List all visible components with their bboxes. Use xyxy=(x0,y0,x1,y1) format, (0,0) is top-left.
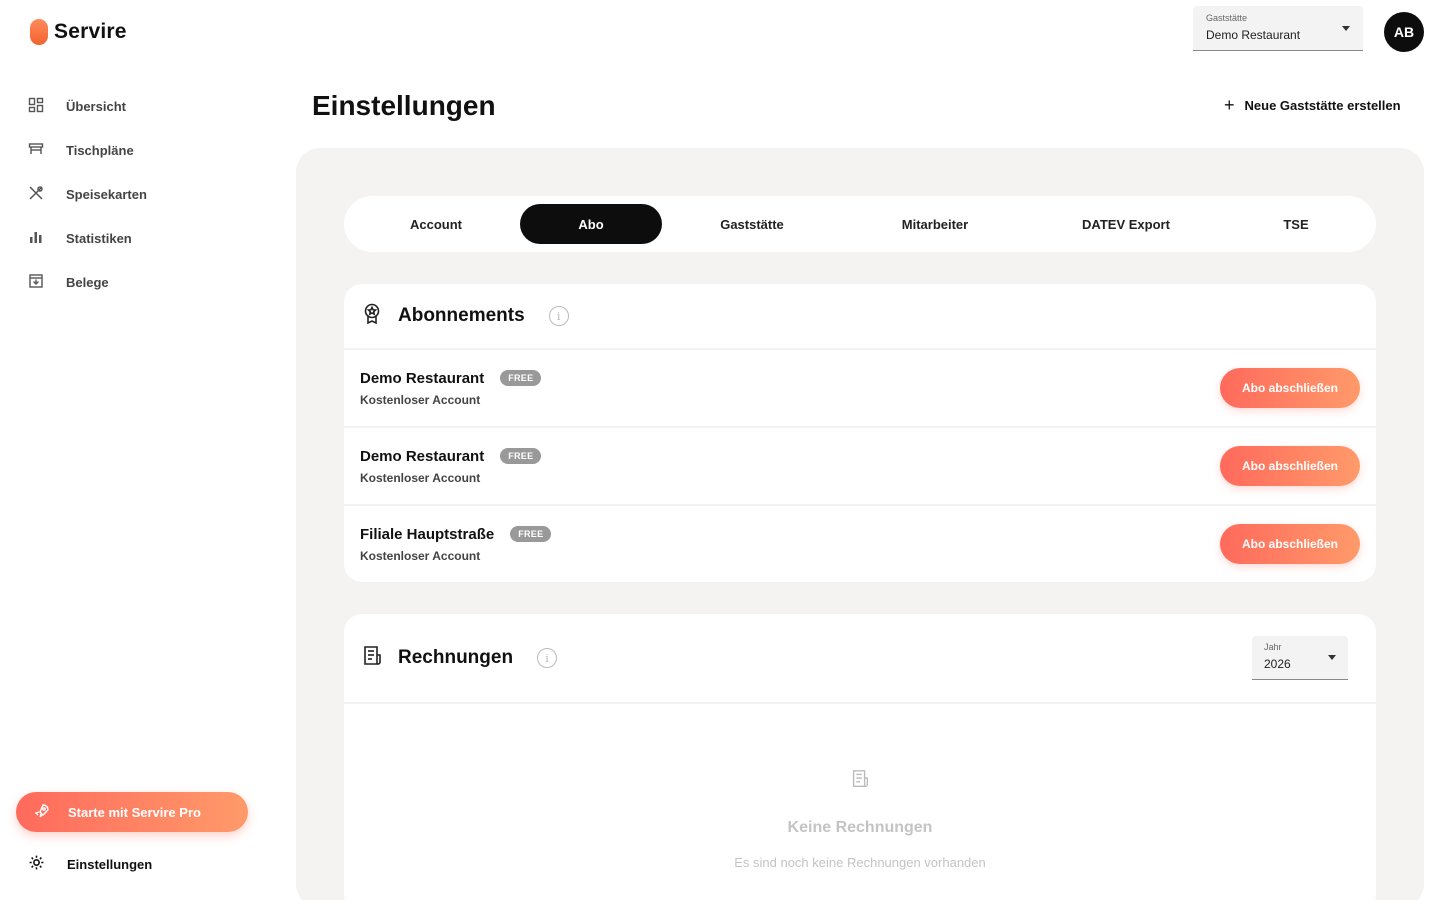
rocket-icon xyxy=(34,803,50,822)
sidebar-item-label: Statistiken xyxy=(66,230,132,246)
sidebar-item-statistiken[interactable]: Statistiken xyxy=(28,216,147,260)
bar-chart-icon xyxy=(28,229,44,248)
restaurant-name: Demo Restaurant xyxy=(360,447,485,465)
invoices-card: Rechnungen i Jahr 2026 Keine Rechnungen … xyxy=(344,614,1376,900)
subscribe-button[interactable]: Abo abschließen xyxy=(1220,524,1360,564)
plus-icon: + xyxy=(1224,95,1235,115)
sidebar-nav: Übersicht Tischpläne Speisekarten Statis… xyxy=(28,84,147,304)
invoice-icon xyxy=(360,644,384,673)
tab-gaststaette[interactable]: Gaststätte xyxy=(662,204,842,244)
year-select[interactable]: Jahr 2026 xyxy=(1252,636,1348,680)
info-icon[interactable]: i xyxy=(548,306,569,326)
sidebar-item-tischplaene[interactable]: Tischpläne xyxy=(28,128,147,172)
logo-mark-icon xyxy=(30,19,48,45)
plan-badge: FREE xyxy=(510,526,552,542)
empty-state-subtitle: Es sind noch keine Rechnungen vorhanden xyxy=(734,855,986,870)
settings-tabs: Account Abo Gaststätte Mitarbeiter DATEV… xyxy=(344,196,1376,252)
chevron-down-icon xyxy=(1342,26,1350,31)
app-logo[interactable]: Servire xyxy=(30,19,127,45)
new-restaurant-button[interactable]: + Neue Gaststätte erstellen xyxy=(1224,96,1401,114)
subscribe-button[interactable]: Abo abschließen xyxy=(1220,368,1360,408)
receipt-download-icon xyxy=(28,273,44,292)
subscription-row: Demo Restaurant FREE Kostenloser Account… xyxy=(344,426,1376,504)
sidebar-item-speisekarten[interactable]: Speisekarten xyxy=(28,172,147,216)
award-icon xyxy=(360,302,384,331)
invoices-empty-state: Keine Rechnungen Es sind noch keine Rech… xyxy=(344,702,1376,900)
app-name: Servire xyxy=(54,20,127,43)
restaurant-select-label: Gaststätte xyxy=(1206,13,1248,23)
restaurant-name: Demo Restaurant xyxy=(360,369,485,387)
tab-mitarbeiter[interactable]: Mitarbeiter xyxy=(842,204,1028,244)
tab-account[interactable]: Account xyxy=(352,204,520,244)
plan-badge: FREE xyxy=(500,370,542,386)
settings-panel: Account Abo Gaststätte Mitarbeiter DATEV… xyxy=(296,148,1424,900)
settings-label: Einstellungen xyxy=(67,856,153,872)
plan-description: Kostenloser Account xyxy=(360,392,481,407)
sidebar-item-uebersicht[interactable]: Übersicht xyxy=(28,84,147,128)
plan-badge: FREE xyxy=(500,448,542,464)
subscriptions-header: Abonnements i xyxy=(344,284,1376,348)
subscriptions-title: Abonnements xyxy=(398,305,525,326)
restaurant-name: Filiale Hauptstraße xyxy=(360,525,495,543)
gear-icon xyxy=(28,854,45,874)
sidebar-item-label: Speisekarten xyxy=(66,186,147,202)
info-icon[interactable]: i xyxy=(537,648,558,668)
plan-description: Kostenloser Account xyxy=(360,470,481,485)
chevron-down-icon xyxy=(1328,655,1336,660)
avatar[interactable]: AB xyxy=(1384,12,1424,52)
sidebar-item-label: Übersicht xyxy=(66,98,126,114)
restaurant-select-value: Demo Restaurant xyxy=(1206,28,1301,42)
empty-invoice-icon xyxy=(849,768,871,795)
pro-button-label: Starte mit Servire Pro xyxy=(68,804,201,820)
servire-pro-button[interactable]: Starte mit Servire Pro xyxy=(16,792,248,832)
page-title: Einstellungen xyxy=(312,90,496,121)
subscriptions-card: Abonnements i Demo Restaurant FREE Koste… xyxy=(344,284,1376,582)
table-icon xyxy=(28,141,44,160)
subscription-row: Demo Restaurant FREE Kostenloser Account… xyxy=(344,348,1376,426)
restaurant-select[interactable]: Gaststätte Demo Restaurant xyxy=(1193,6,1363,51)
new-restaurant-label: Neue Gaststätte erstellen xyxy=(1244,97,1401,113)
tab-datev-export[interactable]: DATEV Export xyxy=(1028,204,1224,244)
tab-tse[interactable]: TSE xyxy=(1224,204,1368,244)
subscribe-button[interactable]: Abo abschließen xyxy=(1220,446,1360,486)
year-select-value: 2026 xyxy=(1264,657,1291,671)
sidebar-item-belege[interactable]: Belege xyxy=(28,260,147,304)
tab-abo[interactable]: Abo xyxy=(520,204,662,244)
empty-state-title: Keine Rechnungen xyxy=(787,819,933,836)
cutlery-icon xyxy=(28,185,44,204)
plan-description: Kostenloser Account xyxy=(360,548,481,563)
year-select-label: Jahr xyxy=(1264,642,1282,652)
invoices-title: Rechnungen xyxy=(398,647,514,668)
sidebar-item-label: Tischpläne xyxy=(66,142,134,158)
invoices-header: Rechnungen i Jahr 2026 xyxy=(344,614,1376,702)
dashboard-icon xyxy=(28,97,44,116)
sidebar-item-einstellungen[interactable]: Einstellungen xyxy=(28,854,152,874)
sidebar-item-label: Belege xyxy=(66,274,109,290)
subscription-row: Filiale Hauptstraße FREE Kostenloser Acc… xyxy=(344,504,1376,582)
